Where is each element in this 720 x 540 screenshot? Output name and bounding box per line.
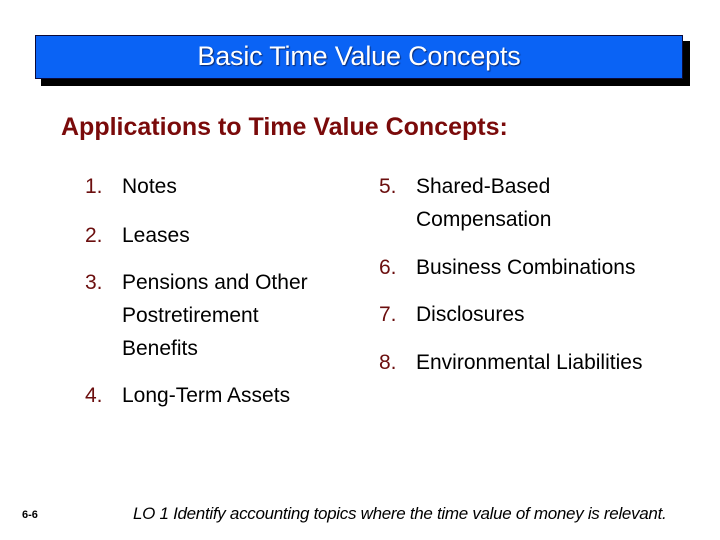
list-item-number: 1. (85, 175, 103, 198)
list-item-number: 6. (379, 256, 397, 279)
section-heading: Applications to Time Value Concepts: (61, 113, 508, 141)
list-item-text: Business Combinations (416, 256, 636, 279)
list-item-number: 8. (379, 351, 397, 374)
list-item-number: 4. (85, 384, 103, 407)
list-item-number: 5. (379, 175, 397, 198)
list-item: 4. Long-Term Assets (85, 379, 290, 412)
list-item-number: 2. (85, 224, 103, 247)
slide-title: Basic Time Value Concepts (197, 40, 521, 71)
list-item-text: Long-Term Assets (122, 384, 291, 407)
slide-number: 6-6 (22, 509, 38, 521)
list-item-number: 3. (85, 271, 103, 294)
list-item: 2. Leases (85, 219, 190, 252)
list-item: 5. Shared-Based Compensation (379, 170, 551, 236)
list-item-text: Environmental Liabilities (416, 351, 643, 374)
list-item-text: Notes (122, 175, 177, 198)
list-item-text: Disclosures (416, 303, 525, 326)
list-item: 3. Pensions and Other Postretirement Ben… (85, 266, 308, 365)
list-item: 1. Notes (85, 170, 177, 203)
list-item: 7. Disclosures (379, 298, 525, 331)
title-bar: Basic Time Value Concepts (35, 35, 683, 79)
list-item: 6. Business Combinations (379, 251, 635, 284)
list-item-number: 7. (379, 303, 397, 326)
list-item-text: Leases (122, 224, 190, 247)
list-item: 8. Environmental Liabilities (379, 346, 642, 379)
learning-objective-footer: LO 1 Identify accounting topics where th… (133, 504, 667, 523)
list-item-text: Shared-Based Compensation (416, 175, 552, 231)
list-item-text: Pensions and Other Postretirement Benefi… (122, 271, 308, 360)
